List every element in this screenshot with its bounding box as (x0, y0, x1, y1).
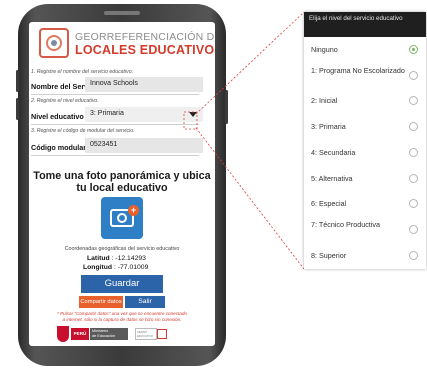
level-options-panel: Elija el nivel del servicio educativo Ni… (304, 12, 426, 269)
add-photo-icon: + (128, 205, 139, 216)
divider (31, 155, 199, 156)
modular-code-input[interactable]: 0523451 (85, 138, 203, 153)
radio-icon[interactable] (409, 96, 418, 106)
chevron-down-icon (189, 112, 197, 117)
app-logo-icon (39, 28, 69, 58)
level-label: Nivel educativo (31, 112, 84, 121)
footer-logos: PERÚ Ministerio de Educación CENSO EDUCA… (57, 326, 187, 342)
longitude-row: Longitud : -77.01009 (83, 264, 148, 271)
dropdown-option[interactable]: 3: Primaria (304, 114, 426, 139)
radio-icon[interactable] (409, 122, 418, 132)
radio-icon[interactable] (409, 199, 418, 209)
dropdown-option[interactable]: 2: Inicial (304, 88, 426, 113)
level-select-value: 3: Primaria (90, 110, 124, 117)
share-data-button[interactable]: Compartir datos (79, 296, 123, 308)
exit-button[interactable]: Salir (125, 296, 165, 308)
dropdown-option[interactable]: Ninguno (304, 37, 426, 62)
dropdown-option[interactable]: 7: Técnico Productiva (304, 217, 426, 242)
dropdown-option-label: 7: Técnico Productiva (311, 219, 380, 229)
app-title-line2: LOCALES EDUCATIVOS (75, 43, 215, 57)
save-button[interactable]: Guardar (81, 275, 163, 293)
dropdown-option-label: 5: Alternativa (311, 173, 353, 183)
censo-line2: EDUCATIVO (137, 334, 154, 338)
radio-icon[interactable] (409, 70, 418, 80)
phone-speaker (104, 11, 140, 15)
latitude-value: : -12.14293 (111, 255, 146, 262)
dropdown-option-label: 3: Primaria (311, 122, 346, 132)
dropdown-option-label: 2: Inicial (311, 96, 338, 106)
chart-icon (157, 329, 167, 339)
step2-instruction: 2. Registre el nivel educativo. (31, 98, 99, 104)
radio-icon[interactable] (409, 147, 418, 157)
censo-logo: CENSO EDUCATIVO (135, 328, 157, 340)
dropdown-option-label: Ninguno (311, 45, 338, 54)
radio-selected-icon[interactable] (409, 45, 418, 54)
camera-lens-icon (117, 213, 127, 223)
dropdown-option[interactable]: 6: Especial (304, 191, 426, 216)
step1-instruction: 1. Registre el nombre del servicio educa… (31, 69, 134, 75)
dropdown-option[interactable]: 5: Alternativa (304, 166, 426, 191)
volume-up-button (16, 70, 19, 92)
dropdown-option[interactable]: 1: Programa No Escolarizado (304, 63, 426, 88)
panel-header: Elija el nivel del servicio educativo (304, 12, 426, 37)
service-name-input[interactable]: Innova Schools (85, 77, 203, 92)
app-title-line1: GEORREFERENCIACIÓN DE (75, 31, 215, 43)
volume-down-button (16, 98, 19, 120)
photo-title: Tome una foto panorámica y ubica tu loca… (29, 170, 215, 194)
step3-instruction: 3. Registre el código de modular del ser… (31, 128, 135, 134)
ministry-line2: de Educación (92, 334, 116, 338)
level-select[interactable]: 3: Primaria (85, 107, 203, 122)
ministry-logo: Ministerio de Educación (90, 328, 128, 340)
latitude-label: Latitud (87, 255, 110, 262)
radio-icon[interactable] (409, 250, 418, 260)
coords-title: Coordenadas geográficas del servicio edu… (64, 246, 180, 252)
longitude-label: Longitud (83, 264, 113, 271)
dropdown-option-label: 1: Programa No Escolarizado (311, 65, 405, 75)
camera-button[interactable]: + (101, 197, 143, 239)
sync-note: * Pulsar "Compartir datos" una vez que s… (33, 311, 211, 323)
radio-icon[interactable] (409, 173, 418, 183)
dropdown-option-label: 6: Especial (311, 199, 347, 209)
divider (31, 94, 199, 95)
photo-title-line2: tu local educativo (76, 182, 168, 194)
photo-title-line1: Tome una foto panorámica y ubica (33, 170, 211, 182)
dropdown-option[interactable]: 8: Superior (304, 243, 426, 268)
power-button (225, 90, 228, 124)
modular-code-label: Código modular (31, 143, 87, 152)
app-screen: GEORREFERENCIACIÓN DE LOCALES EDUCATIVOS… (29, 22, 215, 346)
peru-label: PERÚ (71, 328, 89, 340)
sync-note-line2: a internet, sólo si la captura de datos … (62, 317, 182, 322)
dropdown-option[interactable]: 4: Secundaria (304, 140, 426, 165)
latitude-row: Latitud : -12.14293 (87, 255, 146, 262)
dropdown-option-label: 4: Secundaria (311, 147, 356, 157)
dropdown-option-label: 8: Superior (311, 250, 347, 260)
longitude-value: : -77.01009 (113, 264, 149, 271)
radio-icon[interactable] (409, 224, 418, 234)
divider (31, 124, 199, 125)
peru-shield-icon (57, 326, 69, 342)
